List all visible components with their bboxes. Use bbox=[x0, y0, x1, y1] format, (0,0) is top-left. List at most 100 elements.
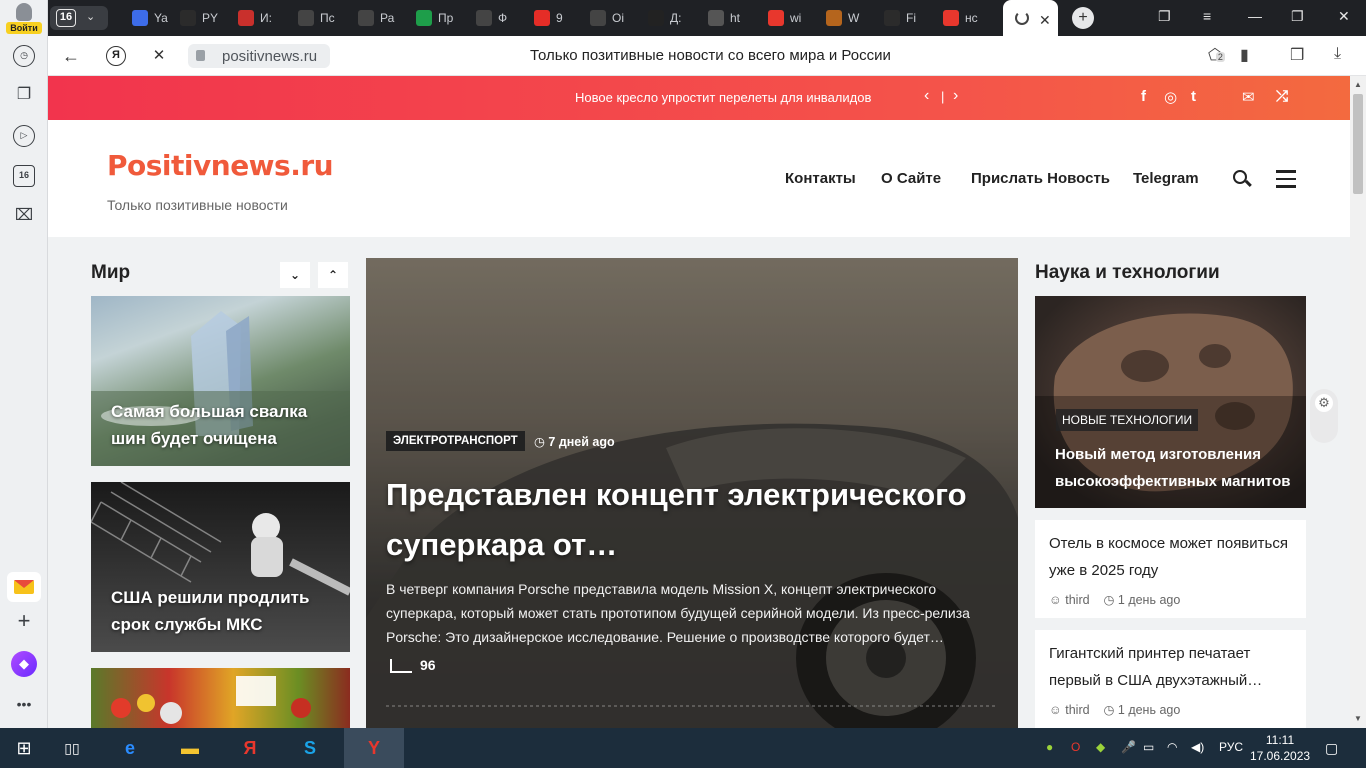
microphone-icon[interactable]: 🎤 bbox=[1121, 740, 1136, 754]
play-icon[interactable]: ▷ bbox=[13, 125, 35, 147]
article-title[interactable]: Представлен концепт электрического супер… bbox=[386, 470, 1006, 570]
tab[interactable]: Oi bbox=[590, 5, 636, 31]
tab[interactable]: Ya bbox=[132, 5, 178, 31]
site-logo[interactable]: Positivnews.ru bbox=[107, 149, 334, 182]
bookmark-icon[interactable]: ▮ bbox=[1240, 45, 1249, 65]
download-icon[interactable]: ⤓ bbox=[1334, 45, 1341, 63]
battery-icon[interactable]: ▭ bbox=[1143, 740, 1154, 754]
category-tag[interactable]: ЭЛЕКТРОТРАНСПОРТ bbox=[386, 431, 525, 451]
notifications-icon[interactable]: ▢ bbox=[1325, 740, 1338, 757]
news-card[interactable]: НОВЫЕ ТЕХНОЛОГИИ Новый метод изготовлени… bbox=[1035, 296, 1306, 508]
card-title[interactable]: Новый метод изготовления высокоэффективн… bbox=[1055, 441, 1300, 495]
openai-icon bbox=[476, 10, 492, 26]
scrollbar[interactable]: ▲ ▼ bbox=[1350, 76, 1366, 728]
shuffle-icon[interactable]: ⤮ bbox=[1276, 88, 1288, 105]
new-tab-button[interactable]: + bbox=[1072, 7, 1094, 29]
tab[interactable]: нс bbox=[943, 5, 989, 31]
alice-icon[interactable]: ◆ bbox=[11, 651, 37, 677]
tab-count-button[interactable]: 16 ⌄ bbox=[50, 6, 108, 30]
tab[interactable]: Fi bbox=[884, 5, 930, 31]
tray-app-icon[interactable]: ● bbox=[1046, 740, 1053, 754]
news-card[interactable] bbox=[91, 668, 350, 728]
facebook-icon[interactable]: f bbox=[1141, 88, 1146, 105]
list-item[interactable]: Гигантский принтер печатает первый в США… bbox=[1035, 630, 1306, 728]
yandex-button[interactable]: Я bbox=[106, 46, 126, 66]
login-button[interactable]: Войти bbox=[6, 3, 42, 34]
nav-about[interactable]: О Сайте bbox=[881, 170, 941, 187]
news-card[interactable]: Самая большая свалка шин будет очищена bbox=[91, 296, 350, 466]
tray-app2-icon[interactable]: ◆ bbox=[1096, 740, 1105, 754]
back-button[interactable]: ← bbox=[60, 45, 82, 67]
minimize-icon[interactable]: — bbox=[1248, 8, 1262, 24]
ticker-next-icon[interactable]: › bbox=[953, 87, 958, 105]
card-title[interactable]: Самая большая свалка шин будет очищена bbox=[111, 398, 331, 452]
opera-icon[interactable]: O bbox=[1071, 740, 1080, 754]
nav-contacts[interactable]: Контакты bbox=[785, 170, 856, 187]
more-icon[interactable]: ••• bbox=[13, 693, 35, 715]
close-icon[interactable]: ✕ bbox=[1039, 7, 1051, 33]
scroll-down-icon[interactable]: ▼ bbox=[1354, 714, 1362, 723]
scrollbar-thumb[interactable] bbox=[1353, 94, 1363, 194]
category-tag[interactable]: НОВЫЕ ТЕХНОЛОГИИ bbox=[1056, 409, 1199, 431]
volume-icon[interactable]: ◀) bbox=[1191, 740, 1204, 754]
extensions-icon[interactable]: ⬠2 bbox=[1208, 45, 1225, 65]
tabs-count-icon[interactable]: 16 bbox=[13, 165, 35, 187]
card-title[interactable]: США решили продлить срок службы МКС bbox=[111, 584, 331, 638]
add-icon[interactable]: + bbox=[13, 610, 35, 632]
news-card[interactable]: США решили продлить срок службы МКС bbox=[91, 482, 350, 652]
instagram-icon[interactable]: ◎ bbox=[1164, 88, 1177, 106]
mail-icon[interactable]: ✉ bbox=[1242, 88, 1255, 106]
scroll-up-icon[interactable]: ▲ bbox=[1354, 80, 1362, 89]
chevron-down-icon[interactable]: ⌄ bbox=[280, 262, 310, 288]
tab[interactable]: Пр bbox=[416, 5, 462, 31]
tab[interactable]: ht bbox=[708, 5, 754, 31]
windows-start-icon[interactable]: ⊞ bbox=[0, 728, 48, 768]
clock[interactable]: 11:11 17.06.2023 bbox=[1250, 732, 1310, 764]
mail-icon[interactable] bbox=[7, 572, 41, 602]
collections-icon[interactable]: ❐ bbox=[13, 84, 35, 106]
tab[interactable]: PY bbox=[180, 5, 226, 31]
list-item-title[interactable]: Отель в космосе может появиться уже в 20… bbox=[1049, 530, 1294, 584]
nav-telegram[interactable]: Telegram bbox=[1133, 170, 1199, 187]
tab[interactable]: wi bbox=[768, 5, 814, 31]
featured-article[interactable]: ЭЛЕКТРОТРАНСПОРТ ◷ 7 дней ago Представле… bbox=[366, 258, 1018, 728]
language-indicator[interactable]: РУС bbox=[1219, 740, 1243, 754]
url-field[interactable]: positivnews.ru bbox=[188, 44, 330, 68]
twitter-icon[interactable]: t bbox=[1191, 88, 1196, 105]
wifi-icon[interactable]: ◠ bbox=[1167, 740, 1177, 754]
search-icon[interactable] bbox=[1233, 170, 1247, 184]
tab[interactable]: 9 bbox=[534, 5, 580, 31]
chevron-up-icon[interactable]: ⌃ bbox=[318, 262, 348, 288]
skype-icon[interactable]: S bbox=[286, 728, 334, 768]
tab[interactable]: Ра bbox=[358, 5, 404, 31]
history-icon[interactable]: ◷ bbox=[13, 45, 35, 67]
restore-icon[interactable]: ❐ bbox=[1291, 8, 1304, 25]
file-explorer-icon[interactable]: ▬ bbox=[166, 728, 214, 768]
tab[interactable]: И: bbox=[238, 5, 284, 31]
settings-widget[interactable]: ⚙ bbox=[1310, 389, 1338, 443]
list-item[interactable]: Отель в космосе может появиться уже в 20… bbox=[1035, 520, 1306, 618]
yandex-icon[interactable]: Я bbox=[226, 728, 274, 768]
tab[interactable]: Ф bbox=[476, 5, 522, 31]
author-name[interactable]: third bbox=[1065, 593, 1089, 607]
news-ticker[interactable]: Новое кресло упростит перелеты для инвал… bbox=[575, 90, 871, 105]
reader-icon[interactable]: ❒ bbox=[1290, 45, 1304, 65]
tab[interactable]: W bbox=[826, 5, 872, 31]
close-window-icon[interactable]: ✕ bbox=[1338, 8, 1350, 25]
tabs-menu-icon[interactable]: ❐ bbox=[1158, 8, 1171, 25]
yandex-browser-icon[interactable]: Y bbox=[344, 728, 404, 768]
tab[interactable]: Д: bbox=[648, 5, 694, 31]
list-item-title[interactable]: Гигантский принтер печатает первый в США… bbox=[1049, 640, 1294, 694]
screenshot-icon[interactable]: ⌧ bbox=[13, 205, 35, 227]
edge-icon[interactable]: e bbox=[106, 728, 154, 768]
tab[interactable]: Пс bbox=[298, 5, 344, 31]
clock-time: 11:11 bbox=[1265, 733, 1295, 747]
task-view-icon[interactable]: ▯▯ bbox=[48, 728, 96, 768]
stop-button[interactable]: ✕ bbox=[148, 45, 170, 67]
hamburger-menu-icon[interactable] bbox=[1276, 170, 1296, 193]
nav-submit-news[interactable]: Прислать Новость bbox=[971, 170, 1110, 187]
menu-icon[interactable]: ≡ bbox=[1203, 8, 1211, 24]
tab-active[interactable]: ✕ bbox=[1003, 0, 1058, 36]
ticker-prev-icon[interactable]: ‹ bbox=[924, 87, 929, 105]
author-name[interactable]: third bbox=[1065, 703, 1089, 717]
